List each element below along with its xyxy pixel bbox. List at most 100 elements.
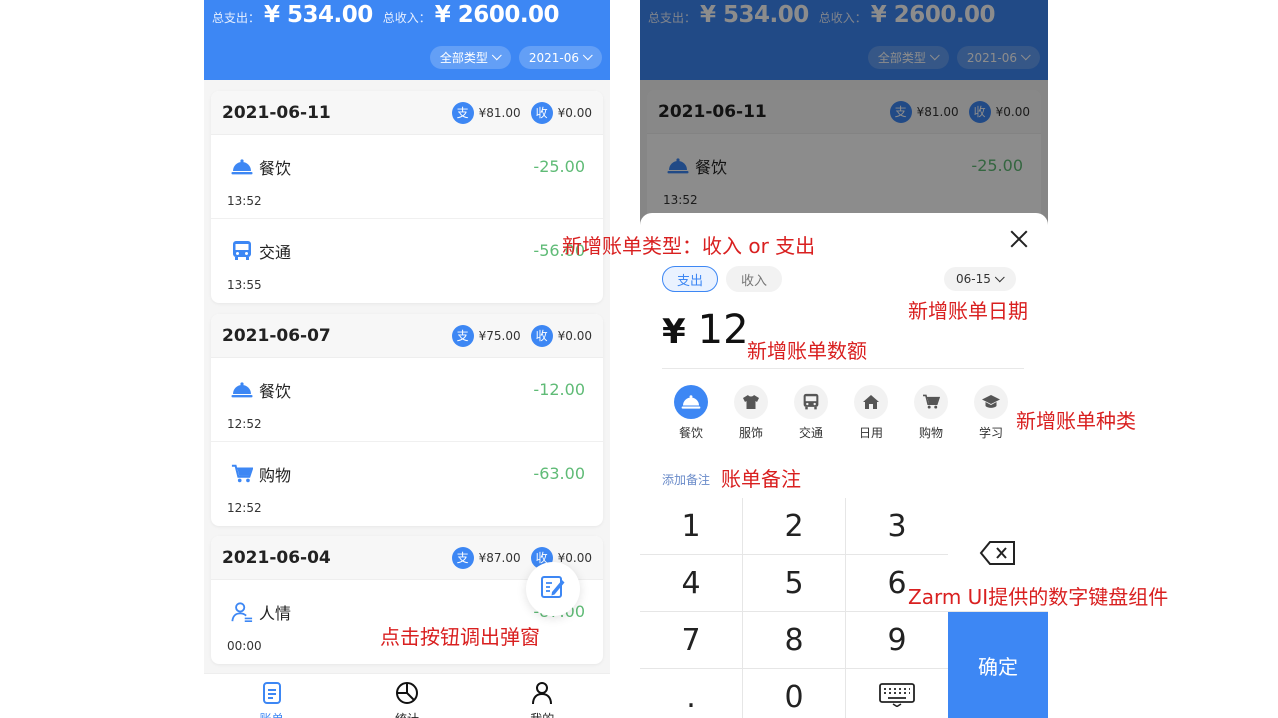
chevron-down-icon xyxy=(491,50,502,61)
tab-profile-label: 我的 xyxy=(530,710,554,718)
bill-item[interactable]: 交通 -56.00 13:55 xyxy=(211,219,603,303)
bill-category: 人情 xyxy=(231,600,291,624)
close-icon[interactable] xyxy=(1008,228,1030,250)
key-9[interactable]: 9 xyxy=(846,612,949,669)
category-label: 服饰 xyxy=(738,426,763,440)
date-picker-button[interactable]: 06-15 xyxy=(944,267,1016,291)
day-income: 收 ¥0.00 xyxy=(530,324,592,347)
filters: 全部类型 2021-06 xyxy=(429,46,602,69)
bill-category: 餐饮 xyxy=(231,378,291,402)
category-transport[interactable]: 交通 xyxy=(794,385,828,441)
category-label: 购物 xyxy=(918,426,943,440)
tab-bill[interactable]: 账单 xyxy=(222,674,322,718)
edit-icon xyxy=(540,574,566,604)
chevron-down-icon xyxy=(582,50,593,61)
bill-type-switch: 支出 收入 xyxy=(662,266,783,292)
category-daily[interactable]: 日用 xyxy=(854,385,888,441)
day-expense: 支 ¥81.00 xyxy=(451,101,521,124)
total-income-amount: ¥ 2600.00 xyxy=(434,2,560,28)
key-0[interactable]: 0 xyxy=(743,669,846,718)
bill-icon xyxy=(260,681,284,708)
date-picker-label: 06-15 xyxy=(956,272,991,286)
type-filter-button[interactable]: 全部类型 xyxy=(429,46,511,69)
bus-icon xyxy=(794,385,828,419)
bus-icon xyxy=(231,241,253,261)
add-bill-button[interactable] xyxy=(526,562,580,616)
tab-profile[interactable]: 我的 xyxy=(492,674,592,718)
bill-category-label: 餐饮 xyxy=(259,159,292,178)
chevron-down-icon xyxy=(994,271,1005,282)
annotation-bill-date: 新增账单日期 xyxy=(908,299,1028,323)
month-filter-label: 2021-06 xyxy=(528,50,579,65)
day-card-header: 2021-06-11 支 ¥81.00 收 ¥0.00 xyxy=(211,91,603,135)
stage: 总支出： ¥ 534.00 总收入： ¥ 2600.00 全部类型 2021-0… xyxy=(0,0,1278,718)
bill-amount: -12.00 xyxy=(533,380,585,399)
summary-header: 总支出： ¥ 534.00 总收入： ¥ 2600.00 全部类型 2021-0… xyxy=(204,0,610,80)
bill-category-label: 交通 xyxy=(259,243,292,262)
key-8[interactable]: 8 xyxy=(743,612,846,669)
hide-keyboard-button[interactable] xyxy=(846,669,949,718)
tab-bill-label: 账单 xyxy=(260,710,284,718)
category-label: 日用 xyxy=(858,426,883,440)
expense-badge: 支 xyxy=(451,324,474,347)
category-label: 餐饮 xyxy=(678,426,703,440)
bill-list-screen: 总支出： ¥ 534.00 总收入： ¥ 2600.00 全部类型 2021-0… xyxy=(204,0,610,718)
bill-item[interactable]: 餐饮 -25.00 13:52 xyxy=(211,135,603,219)
income-type-tab[interactable]: 收入 xyxy=(726,266,783,292)
day-sums: 支 ¥75.00 收 ¥0.00 xyxy=(451,324,592,347)
category-label: 交通 xyxy=(798,426,823,440)
confirm-button[interactable]: 确定 xyxy=(948,612,1048,718)
key-3[interactable]: 3 xyxy=(846,498,949,555)
total-expense-label: 总支出： xyxy=(212,11,261,25)
food-icon xyxy=(231,380,253,400)
divider xyxy=(662,368,1024,369)
bill-category: 餐饮 xyxy=(231,155,291,179)
category-clothing[interactable]: 服饰 xyxy=(734,385,768,441)
day-sums: 支 ¥87.00 收 ¥0.00 xyxy=(451,546,592,569)
bill-category-label: 人情 xyxy=(259,604,292,623)
add-remark-link[interactable]: 添加备注 xyxy=(662,471,710,488)
expense-badge: 支 xyxy=(451,101,474,124)
tab-statistics[interactable]: 统计 xyxy=(357,674,457,718)
amount-value: 12 xyxy=(697,307,749,353)
day-expense-amount: ¥87.00 xyxy=(478,550,521,565)
bill-category-label: 餐饮 xyxy=(259,382,292,401)
expense-type-tab[interactable]: 支出 xyxy=(662,266,719,292)
key-7[interactable]: 7 xyxy=(640,612,743,669)
type-filter-label: 全部类型 xyxy=(439,51,488,65)
annotation-keypad: Zarm UI提供的数字键盘组件 xyxy=(908,585,1169,609)
key-4[interactable]: 4 xyxy=(640,555,743,612)
bill-category: 购物 xyxy=(231,462,291,486)
day-card: 2021-06-11 支 ¥81.00 收 ¥0.00 餐饮 -25.00 13:5… xyxy=(211,91,603,303)
category-shopping[interactable]: 购物 xyxy=(914,385,948,441)
total-expense-amount: ¥ 534.00 xyxy=(264,2,373,28)
category-selector: 餐饮 服饰 交通 日用 购物 学习 xyxy=(674,385,1008,441)
income-badge: 收 xyxy=(530,101,553,124)
day-income-amount: ¥0.00 xyxy=(557,105,592,120)
annotation-bill-remark: 账单备注 xyxy=(721,467,801,491)
category-study[interactable]: 学习 xyxy=(974,385,1008,441)
day-expense: 支 ¥75.00 xyxy=(451,324,521,347)
category-food[interactable]: 餐饮 xyxy=(674,385,708,441)
annotation-bill-amount: 新增账单数额 xyxy=(747,339,867,363)
annotation-bill-type: 新增账单类型：收入 or 支出 xyxy=(562,234,816,258)
home-icon xyxy=(854,385,888,419)
key-dot[interactable]: . xyxy=(640,669,743,718)
month-filter-button[interactable]: 2021-06 xyxy=(518,46,602,69)
food-icon xyxy=(674,385,708,419)
income-badge: 收 xyxy=(530,324,553,347)
bill-category-label: 购物 xyxy=(259,466,292,485)
key-1[interactable]: 1 xyxy=(640,498,743,555)
key-5[interactable]: 5 xyxy=(743,555,846,612)
day-income-amount: ¥0.00 xyxy=(557,550,592,565)
key-2[interactable]: 2 xyxy=(743,498,846,555)
day-expense-amount: ¥81.00 xyxy=(478,105,521,120)
bill-time: 12:52 xyxy=(227,417,262,431)
food-icon xyxy=(231,157,253,177)
backspace-icon xyxy=(979,540,1017,570)
bill-time: 13:52 xyxy=(227,194,262,208)
bill-item[interactable]: 购物 -63.00 12:52 xyxy=(211,442,603,526)
bill-item[interactable]: 餐饮 -12.00 12:52 xyxy=(211,358,603,442)
day-income: 收 ¥0.00 xyxy=(530,101,592,124)
shirt-icon xyxy=(734,385,768,419)
